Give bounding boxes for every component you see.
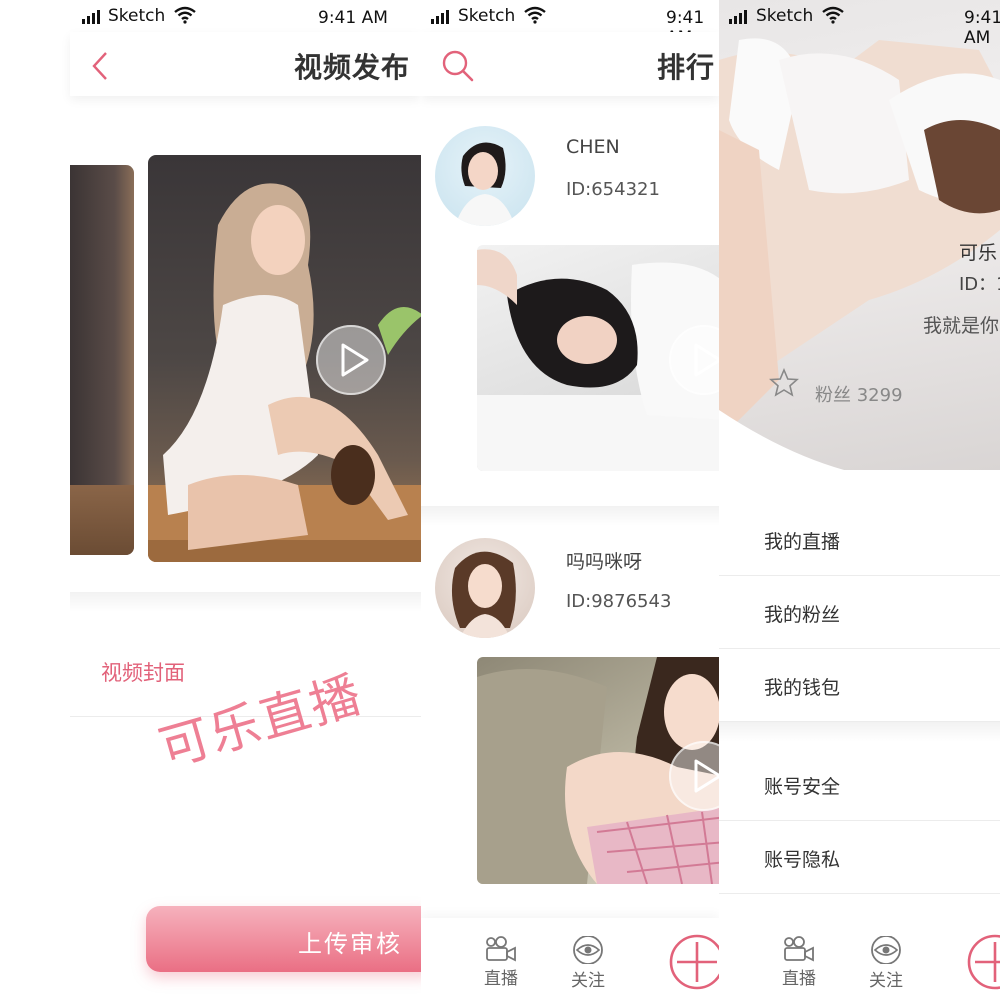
wifi-icon	[174, 6, 196, 29]
tab-follow-label: 关注	[571, 971, 605, 991]
play-button[interactable]	[669, 325, 719, 395]
profile-name: 可乐	[959, 242, 998, 264]
avatar[interactable]	[435, 126, 535, 226]
wifi-icon	[524, 6, 546, 29]
user-name: 吗吗咪呀	[566, 551, 643, 573]
play-button[interactable]	[316, 325, 386, 395]
eye-icon	[871, 936, 901, 964]
status-bar: Sketch 9:41 AM	[719, 0, 1000, 48]
avatar[interactable]	[435, 538, 535, 638]
user-id: ID:9876543	[566, 591, 672, 612]
profile-signature: 我就是你	[923, 315, 1000, 337]
tab-bar: 直播 关注	[719, 918, 1000, 1000]
status-time: 9:41 AM	[964, 8, 1000, 48]
tab-live-label: 直播	[782, 969, 816, 989]
status-bar: Sketch 9:41 AM	[421, 0, 719, 48]
carrier-label: Sketch	[108, 6, 166, 26]
menu-label: 我的直播	[764, 531, 841, 553]
tab-follow[interactable]: 关注	[558, 936, 618, 991]
menu-item-my-wallet[interactable]: 我的钱包	[719, 649, 1000, 722]
menu-item-account-privacy[interactable]: 账号隐私	[719, 821, 1000, 894]
header-curve	[719, 410, 1000, 470]
screen-profile: 可乐 ID：1 我就是你 粉丝 3299 我的直播 我的粉丝 我的钱包 账号安全…	[719, 0, 1000, 1000]
user-id: ID:654321	[566, 179, 660, 200]
tab-live-label: 直播	[484, 969, 518, 989]
divider	[421, 506, 719, 526]
camera-icon	[784, 936, 814, 962]
play-icon	[316, 325, 386, 395]
tab-follow-label: 关注	[869, 971, 903, 991]
tab-follow[interactable]: 关注	[856, 936, 916, 991]
tab-live[interactable]: 直播	[769, 936, 829, 989]
menu-label: 账号安全	[764, 776, 841, 798]
menu-item-my-fans[interactable]: 我的粉丝	[719, 576, 1000, 649]
play-icon	[669, 325, 719, 395]
screen-ranking: Sketch 9:41 AM 排行 CHEN ID:654321	[421, 0, 719, 1000]
menu-label: 我的粉丝	[764, 604, 841, 626]
upload-review-label: 上传审核	[298, 930, 402, 958]
avatar-portrait	[455, 142, 515, 226]
camera-icon	[486, 936, 516, 962]
video-thumbnail[interactable]	[477, 245, 719, 471]
divider	[719, 722, 1000, 742]
user-name: CHEN	[566, 136, 620, 158]
cover-thumbnail-previous[interactable]	[70, 165, 134, 555]
page-title: 视频发布	[294, 51, 411, 84]
cover-label: 视频封面	[101, 661, 185, 685]
status-time: 9:41 AM	[318, 8, 388, 28]
status-bar: Sketch 9:41 AM	[0, 0, 421, 32]
profile-id: ID：1	[959, 274, 1000, 295]
menu-label: 我的钱包	[764, 677, 841, 699]
back-button[interactable]	[90, 50, 110, 86]
eye-icon	[573, 936, 603, 964]
video-thumbnail[interactable]	[477, 657, 719, 884]
upload-review-button[interactable]: 上传审核	[146, 906, 421, 972]
carrier-label: Sketch	[756, 6, 814, 26]
add-button[interactable]	[669, 934, 719, 994]
cover-image-selected[interactable]	[148, 155, 421, 562]
play-icon	[669, 741, 719, 811]
plus-icon	[967, 934, 1000, 990]
carrier-label: Sketch	[458, 6, 516, 26]
menu-label: 账号隐私	[764, 849, 841, 871]
plus-icon	[669, 934, 719, 990]
tab-live[interactable]: 直播	[471, 936, 531, 989]
wifi-icon	[822, 6, 844, 29]
play-button[interactable]	[669, 741, 719, 811]
navbar: 排行	[421, 32, 719, 96]
menu-item-account-security[interactable]: 账号安全	[719, 748, 1000, 821]
tab-bar: 直播 关注	[421, 918, 719, 1000]
menu-item-my-live[interactable]: 我的直播	[719, 503, 1000, 576]
search-button[interactable]	[441, 49, 475, 87]
profile-cover-image: 可乐 ID：1 我就是你 粉丝 3299	[719, 0, 1000, 470]
avatar-portrait	[451, 551, 516, 638]
divider	[70, 592, 421, 612]
chevron-left-icon	[92, 52, 107, 80]
search-icon	[442, 50, 474, 82]
add-button[interactable]	[967, 934, 1000, 994]
navbar: 视频发布	[70, 32, 421, 96]
page-title: 排行	[657, 51, 716, 84]
screen-video-publish: Sketch 9:41 AM 视频发布 视频封面 可乐直播 上传审核	[0, 0, 421, 1000]
